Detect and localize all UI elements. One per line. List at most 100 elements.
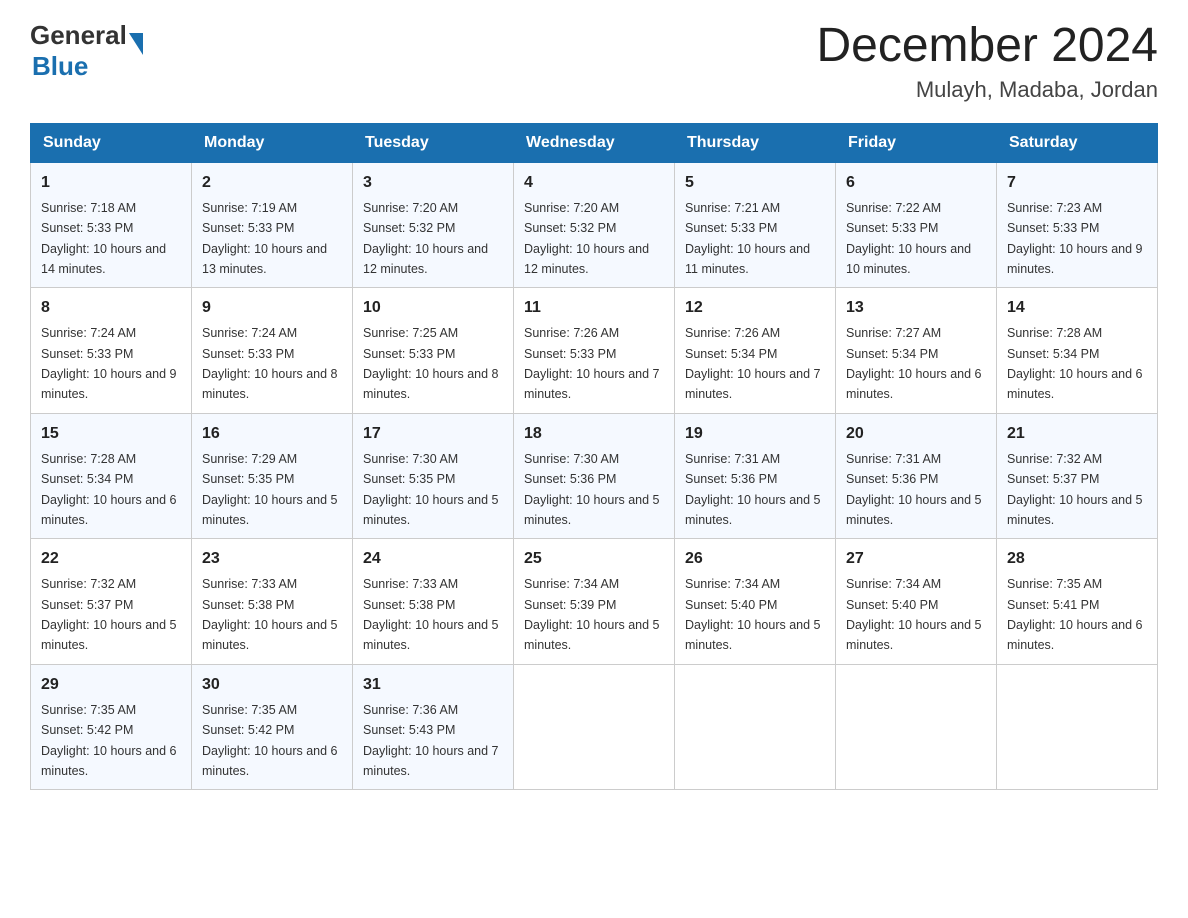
day-number: 6 [846,171,986,195]
day-number: 16 [202,422,342,446]
calendar-cell: 4Sunrise: 7:20 AMSunset: 5:32 PMDaylight… [514,162,675,288]
day-number: 18 [524,422,664,446]
day-number: 25 [524,547,664,571]
month-title: December 2024 [816,20,1158,73]
location-title: Mulayh, Madaba, Jordan [816,77,1158,103]
day-number: 22 [41,547,181,571]
day-number: 28 [1007,547,1147,571]
day-info: Sunrise: 7:29 AMSunset: 5:35 PMDaylight:… [202,452,338,527]
calendar-week-1: 1 Sunrise: 7:18 AMSunset: 5:33 PMDaylight… [31,162,1158,288]
calendar-cell [997,664,1158,790]
day-info: Sunrise: 7:34 AMSunset: 5:40 PMDaylight:… [685,577,821,652]
calendar-cell: 3 Sunrise: 7:20 AMSunset: 5:32 PMDaylight… [353,162,514,288]
day-number: 11 [524,296,664,320]
day-number: 3 [363,171,503,195]
calendar-cell [514,664,675,790]
calendar-cell: 11 Sunrise: 7:26 AMSunset: 5:33 PMDayligh… [514,288,675,414]
day-info: Sunrise: 7:20 AMSunset: 5:32 PMDaylight:… [524,201,649,276]
day-info: Sunrise: 7:23 AMSunset: 5:33 PMDaylight:… [1007,201,1143,276]
day-info: Sunrise: 7:35 AMSunset: 5:41 PMDaylight:… [1007,577,1143,652]
day-info: Sunrise: 7:35 AMSunset: 5:42 PMDaylight:… [41,703,177,778]
day-info: Sunrise: 7:34 AMSunset: 5:39 PMDaylight:… [524,577,660,652]
day-info: Sunrise: 7:32 AMSunset: 5:37 PMDaylight:… [41,577,177,652]
day-number: 10 [363,296,503,320]
calendar-week-3: 15 Sunrise: 7:28 AMSunset: 5:34 PMDayligh… [31,413,1158,539]
day-number: 14 [1007,296,1147,320]
calendar-cell: 1 Sunrise: 7:18 AMSunset: 5:33 PMDaylight… [31,162,192,288]
day-info: Sunrise: 7:30 AMSunset: 5:36 PMDaylight:… [524,452,660,527]
calendar-cell: 30 Sunrise: 7:35 AMSunset: 5:42 PMDayligh… [192,664,353,790]
day-number: 26 [685,547,825,571]
calendar-cell: 15 Sunrise: 7:28 AMSunset: 5:34 PMDayligh… [31,413,192,539]
day-number: 29 [41,673,181,697]
day-info: Sunrise: 7:20 AMSunset: 5:32 PMDaylight:… [363,201,488,276]
calendar-cell: 31Sunrise: 7:36 AMSunset: 5:43 PMDayligh… [353,664,514,790]
day-number: 15 [41,422,181,446]
calendar-cell: 24 Sunrise: 7:33 AMSunset: 5:38 PMDayligh… [353,539,514,665]
calendar-cell: 5 Sunrise: 7:21 AMSunset: 5:33 PMDaylight… [675,162,836,288]
header-saturday: Saturday [997,123,1158,162]
day-info: Sunrise: 7:19 AMSunset: 5:33 PMDaylight:… [202,201,327,276]
calendar-cell: 23 Sunrise: 7:33 AMSunset: 5:38 PMDayligh… [192,539,353,665]
calendar-table: SundayMondayTuesdayWednesdayThursdayFrid… [30,123,1158,791]
calendar-cell: 2 Sunrise: 7:19 AMSunset: 5:33 PMDaylight… [192,162,353,288]
header-friday: Friday [836,123,997,162]
day-number: 27 [846,547,986,571]
calendar-header-row: SundayMondayTuesdayWednesdayThursdayFrid… [31,123,1158,162]
day-number: 9 [202,296,342,320]
calendar-cell: 26 Sunrise: 7:34 AMSunset: 5:40 PMDayligh… [675,539,836,665]
day-number: 19 [685,422,825,446]
day-info: Sunrise: 7:36 AMSunset: 5:43 PMDaylight:… [363,703,499,778]
day-number: 23 [202,547,342,571]
day-info: Sunrise: 7:33 AMSunset: 5:38 PMDaylight:… [202,577,338,652]
day-number: 5 [685,171,825,195]
day-number: 13 [846,296,986,320]
calendar-cell [675,664,836,790]
calendar-cell: 8Sunrise: 7:24 AMSunset: 5:33 PMDaylight… [31,288,192,414]
calendar-cell: 20Sunrise: 7:31 AMSunset: 5:36 PMDayligh… [836,413,997,539]
calendar-cell: 18 Sunrise: 7:30 AMSunset: 5:36 PMDayligh… [514,413,675,539]
header-tuesday: Tuesday [353,123,514,162]
calendar-cell: 13 Sunrise: 7:27 AMSunset: 5:34 PMDayligh… [836,288,997,414]
day-info: Sunrise: 7:22 AMSunset: 5:33 PMDaylight:… [846,201,971,276]
day-number: 24 [363,547,503,571]
calendar-cell: 6 Sunrise: 7:22 AMSunset: 5:33 PMDaylight… [836,162,997,288]
day-info: Sunrise: 7:31 AMSunset: 5:36 PMDaylight:… [685,452,821,527]
calendar-cell: 12Sunrise: 7:26 AMSunset: 5:34 PMDayligh… [675,288,836,414]
calendar-cell [836,664,997,790]
day-info: Sunrise: 7:27 AMSunset: 5:34 PMDaylight:… [846,326,982,401]
day-info: Sunrise: 7:28 AMSunset: 5:34 PMDaylight:… [41,452,177,527]
day-info: Sunrise: 7:33 AMSunset: 5:38 PMDaylight:… [363,577,499,652]
day-info: Sunrise: 7:26 AMSunset: 5:33 PMDaylight:… [524,326,660,401]
logo-general-text: General [30,20,127,51]
day-number: 1 [41,171,181,195]
calendar-cell: 17Sunrise: 7:30 AMSunset: 5:35 PMDayligh… [353,413,514,539]
calendar-week-5: 29 Sunrise: 7:35 AMSunset: 5:42 PMDayligh… [31,664,1158,790]
header-wednesday: Wednesday [514,123,675,162]
day-info: Sunrise: 7:31 AMSunset: 5:36 PMDaylight:… [846,452,982,527]
day-info: Sunrise: 7:24 AMSunset: 5:33 PMDaylight:… [41,326,177,401]
calendar-cell: 19 Sunrise: 7:31 AMSunset: 5:36 PMDayligh… [675,413,836,539]
day-number: 7 [1007,171,1147,195]
calendar-cell: 16 Sunrise: 7:29 AMSunset: 5:35 PMDayligh… [192,413,353,539]
calendar-week-4: 22 Sunrise: 7:32 AMSunset: 5:37 PMDayligh… [31,539,1158,665]
day-number: 30 [202,673,342,697]
day-info: Sunrise: 7:34 AMSunset: 5:40 PMDaylight:… [846,577,982,652]
day-info: Sunrise: 7:21 AMSunset: 5:33 PMDaylight:… [685,201,810,276]
header-sunday: Sunday [31,123,192,162]
calendar-cell: 28 Sunrise: 7:35 AMSunset: 5:41 PMDayligh… [997,539,1158,665]
calendar-cell: 10 Sunrise: 7:25 AMSunset: 5:33 PMDayligh… [353,288,514,414]
day-info: Sunrise: 7:25 AMSunset: 5:33 PMDaylight:… [363,326,499,401]
day-number: 2 [202,171,342,195]
day-info: Sunrise: 7:18 AMSunset: 5:33 PMDaylight:… [41,201,166,276]
header-monday: Monday [192,123,353,162]
day-info: Sunrise: 7:24 AMSunset: 5:33 PMDaylight:… [202,326,338,401]
day-info: Sunrise: 7:26 AMSunset: 5:34 PMDaylight:… [685,326,821,401]
day-number: 21 [1007,422,1147,446]
calendar-cell: 22 Sunrise: 7:32 AMSunset: 5:37 PMDayligh… [31,539,192,665]
day-info: Sunrise: 7:35 AMSunset: 5:42 PMDaylight:… [202,703,338,778]
calendar-cell: 27 Sunrise: 7:34 AMSunset: 5:40 PMDayligh… [836,539,997,665]
calendar-cell: 25 Sunrise: 7:34 AMSunset: 5:39 PMDayligh… [514,539,675,665]
day-info: Sunrise: 7:32 AMSunset: 5:37 PMDaylight:… [1007,452,1143,527]
page-header: General Blue December 2024 Mulayh, Madab… [30,20,1158,103]
